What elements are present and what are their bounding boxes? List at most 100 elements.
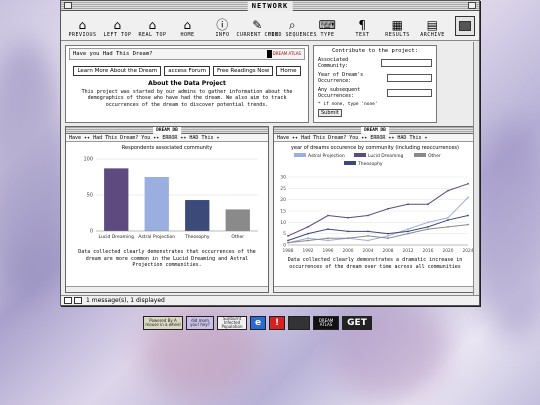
contribute-form: Contribute to the project: Associated Co…	[313, 45, 437, 123]
web-badge[interactable]: GET	[342, 316, 372, 330]
learn-more-button[interactable]: Learn More About the Dream	[73, 66, 162, 76]
x-tick-label: 2020	[443, 248, 454, 254]
community-input[interactable]	[380, 59, 432, 67]
data-point	[347, 230, 349, 233]
dream-atlas-logo[interactable]: DREAM ATLAS	[266, 50, 301, 58]
toolbar-button[interactable]: ⌂ HOME	[170, 18, 205, 39]
toolbar-button[interactable]: ⌂ LEFT TOP	[100, 18, 135, 39]
toolbar-label: TEXT	[355, 32, 370, 38]
y-tick-label: 25	[280, 186, 286, 192]
x-tick-label: 1996	[323, 248, 334, 254]
toolbar: ⌂ PREVIOUS ⌂ LEFT TOP ⌂ REAL TOP ⌂ HOME ⓘ INF…	[61, 11, 479, 41]
year-input[interactable]	[387, 74, 432, 82]
data-point	[447, 225, 449, 228]
link-row: Learn More About the Dream access Forum …	[66, 66, 308, 76]
error-banner: Have ✦✦ Had This Dream? You ✦✦ ERROR ✦✦ …	[274, 134, 476, 142]
web-badge[interactable]: Powered By A mouse in a wheel	[143, 316, 183, 330]
data-point	[367, 235, 369, 237]
data-point	[427, 228, 429, 231]
main-scrollbar[interactable]	[473, 42, 479, 295]
y-tick-label: 50	[87, 193, 93, 199]
toolbar-button[interactable]: ⌂ REAL TOP	[135, 19, 170, 39]
close-box[interactable]	[64, 2, 72, 9]
bar	[185, 200, 210, 231]
x-tick-label: Theosophy	[184, 234, 210, 240]
web-badge[interactable]: e	[250, 316, 266, 330]
forum-button[interactable]: access Forum	[164, 66, 210, 76]
web-badge[interactable]: did mom you! hey?	[186, 316, 214, 330]
status-bar: 1 message(s), 1 displayed	[61, 295, 479, 305]
window-titlebar[interactable]: NETWORK	[61, 1, 479, 11]
subwindow-scrollbar[interactable]	[66, 286, 268, 292]
toolbar-icon: ⌨	[318, 18, 337, 32]
bar-chart: 0 50 100 Lucid Dreaming Astral Projection The…	[83, 157, 258, 240]
y-tick-label: 30	[280, 175, 286, 181]
contribute-title: Contribute to the project:	[331, 48, 419, 54]
line-chart: Astral Projection Lucid Dreaming Other Theo…	[280, 153, 474, 254]
submit-button[interactable]: Submit	[318, 109, 342, 117]
subwindow-titlebar[interactable]: DREAM DB	[66, 127, 268, 134]
bar-chart-caption: Data collected clearly demonstrates that…	[78, 249, 256, 268]
about-section: About the Data Project This project was …	[76, 80, 298, 108]
web-badge[interactable]: Sunburnt Infected Population	[217, 316, 247, 330]
reoccurrence-input[interactable]	[387, 89, 432, 97]
data-point	[287, 235, 289, 237]
toolbar-icon: ✎	[252, 18, 263, 32]
legend-label: Theosophy	[357, 161, 383, 167]
legend-label: Lucid Dreaming	[368, 153, 404, 159]
window-toggle-button[interactable]	[455, 16, 475, 36]
x-tick-label: 2008	[383, 248, 394, 254]
line-chart-window: DREAM DB Have ✦✦ Had This Dream? You ✦✦ …	[273, 126, 477, 293]
field-label: Associated Community:	[318, 57, 349, 69]
data-point	[427, 221, 429, 224]
toolbar-button[interactable]: ⌕ FIND SEQUENCES	[268, 19, 317, 39]
line-chart-caption: Data collected clearly demonstrates a dr…	[287, 257, 463, 270]
dream-info-panel: Have you Had This Dream? DREAM ATLAS Lea…	[65, 45, 309, 123]
data-point	[307, 232, 309, 235]
toolbar-button[interactable]: ¶ TEXT	[345, 18, 380, 39]
data-point	[307, 225, 309, 228]
home-button[interactable]: Home	[276, 66, 301, 76]
toolbar-button[interactable]: ▤ ARCHIVE	[415, 19, 450, 39]
toolbar-button[interactable]: ⓘ INFO	[205, 19, 240, 39]
data-point	[467, 223, 469, 226]
toolbar-button[interactable]: ⌂ PREVIOUS	[65, 19, 100, 39]
about-body: This project was started by our admins t…	[81, 88, 293, 108]
toolbar-button[interactable]: ⌨ TYPE	[310, 18, 345, 39]
y-tick-label: 0	[283, 243, 286, 249]
zoom-box[interactable]	[468, 2, 476, 9]
question-bar: Have you Had This Dream? DREAM ATLAS	[69, 48, 305, 60]
mail-icon[interactable]	[64, 297, 72, 304]
subwindow-titlebar[interactable]: DREAM DB	[274, 127, 476, 134]
data-point	[367, 230, 369, 233]
toolbar-button[interactable]: ▦ RESULTS	[380, 19, 415, 39]
y-tick-label: 100	[83, 157, 93, 163]
subwindow-scrollbar[interactable]	[274, 286, 476, 292]
data-point	[327, 237, 329, 240]
field-label: Year of Dream's Occurrence:	[318, 72, 364, 84]
data-point	[467, 214, 469, 217]
data-point	[387, 207, 389, 210]
data-point	[407, 228, 409, 231]
free-readings-button[interactable]: Free Readings Now	[212, 66, 274, 76]
folder-icon[interactable]	[74, 297, 82, 304]
data-point	[327, 228, 329, 231]
y-tick-label: 15	[280, 209, 286, 215]
data-point	[367, 214, 369, 217]
data-point	[447, 189, 449, 192]
x-tick-label: 2004	[363, 248, 374, 254]
y-tick-label: 20	[280, 197, 286, 203]
toolbar-label: LEFT TOP	[103, 32, 132, 38]
question-text: Have you Had This Dream?	[73, 51, 153, 57]
toolbar-icon: ⌂	[183, 18, 192, 32]
web-badge[interactable]	[288, 316, 310, 330]
toolbar-icon: ⌂	[113, 18, 122, 32]
toolbar-label: TYPE	[320, 32, 335, 38]
toolbar-icon: ¶	[358, 18, 367, 32]
web-badge[interactable]: !	[269, 316, 285, 330]
data-point	[307, 237, 309, 240]
web-badge[interactable]: DREAM ATLAS	[313, 316, 339, 330]
data-point	[407, 232, 409, 235]
x-tick-label: 2000	[343, 248, 354, 254]
data-point	[307, 239, 309, 242]
